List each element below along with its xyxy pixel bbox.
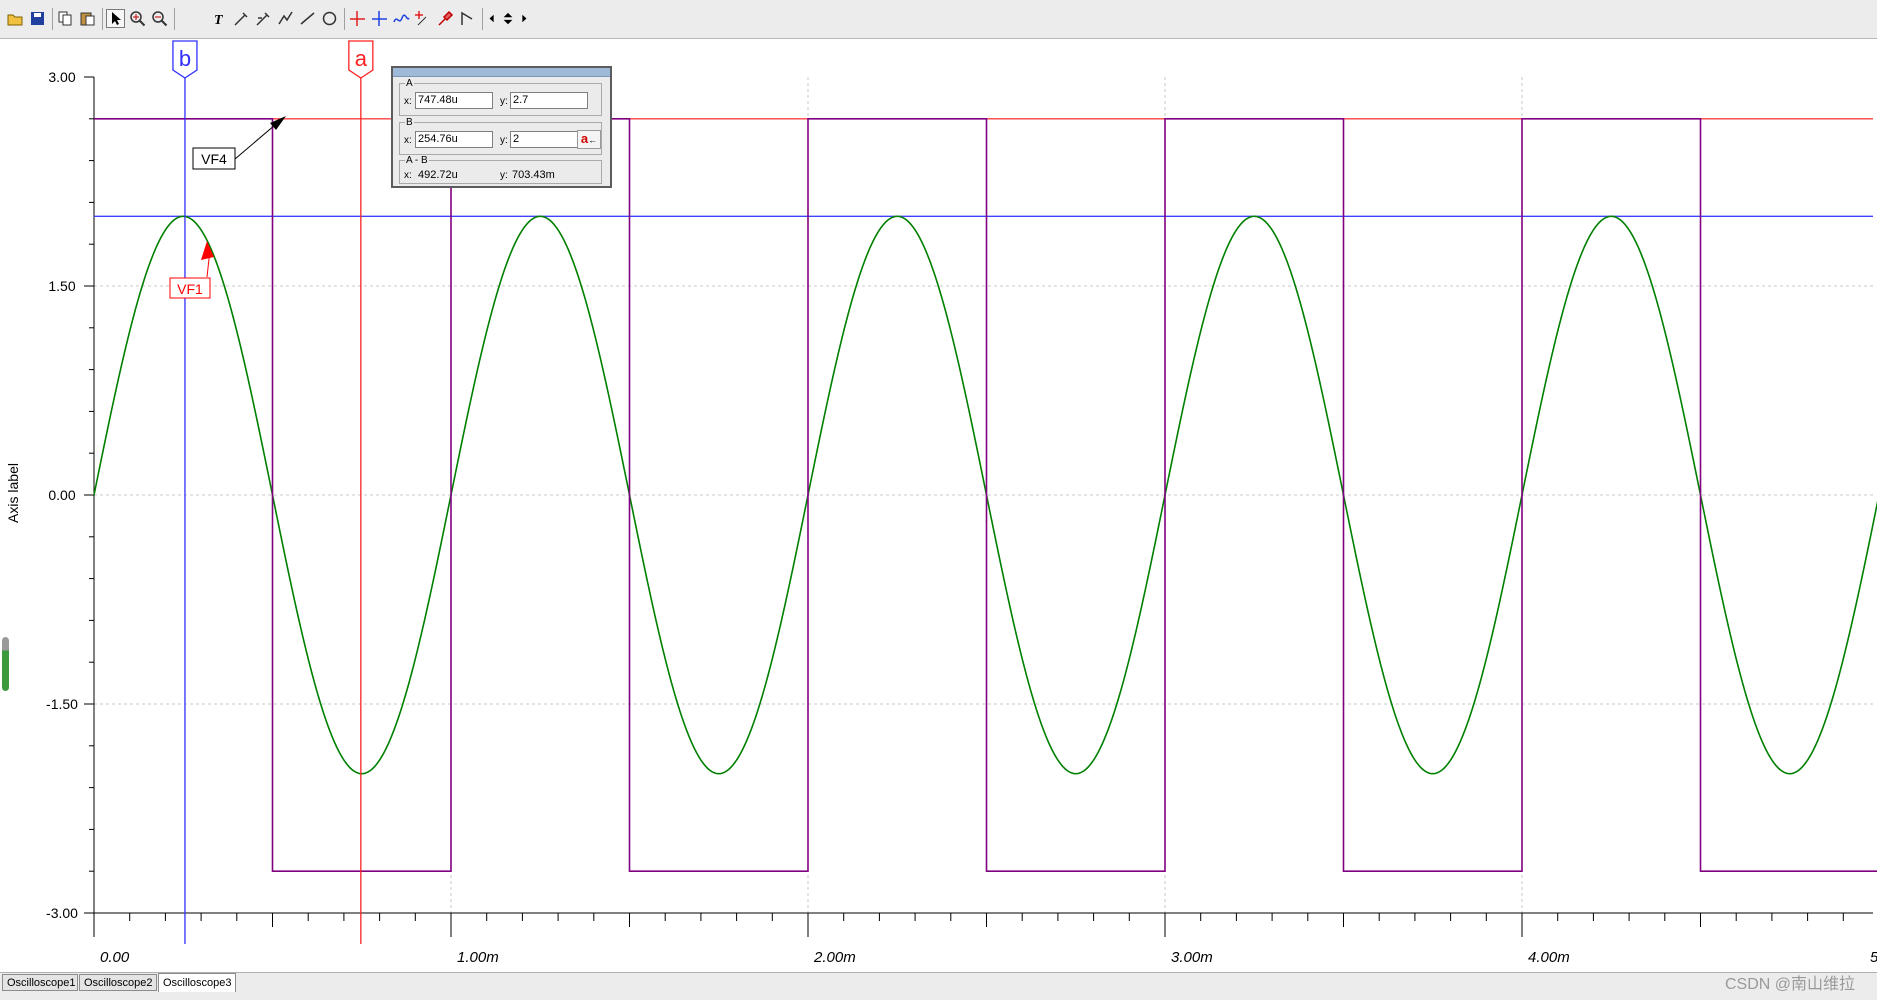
cursor-a-label: a: [355, 46, 368, 71]
vertical-scroll-thumb[interactable]: [2, 637, 9, 691]
diff-x-value: 492.72u: [418, 169, 458, 181]
diff-y-label: y:: [500, 170, 508, 181]
zoom-out-icon[interactable]: [150, 9, 169, 28]
cursor-a-x-label: x:: [404, 96, 412, 107]
diff-y-value: 703.43m: [512, 169, 555, 181]
vf4-label: VF4: [201, 151, 227, 167]
y-tick-label: -1.50: [46, 696, 78, 712]
line-tool-icon[interactable]: [298, 9, 317, 28]
axes: 3.00 1.50 0.00 -1.50 -3.00 0.00 1.00m 2.00m 3.00…: [46, 69, 1877, 966]
svg-text:T: T: [214, 13, 224, 27]
vf1-label: VF1: [177, 281, 203, 297]
cursor-b-icon[interactable]: [370, 9, 389, 28]
save-icon[interactable]: [28, 9, 47, 28]
probe-icon[interactable]: [232, 9, 251, 28]
cursor-readout-panel[interactable]: A x: 747.48u y: 2.7 B x: 254.76u y: 2 a←…: [391, 66, 612, 188]
scroll-updown-icon[interactable]: [500, 9, 516, 28]
y-tick-label: 1.50: [48, 278, 75, 294]
cursor-a-x-field[interactable]: 747.48u: [415, 92, 493, 109]
open-icon[interactable]: [6, 9, 25, 28]
x-tick-label: 2.00m: [813, 949, 856, 966]
tab-oscilloscope3[interactable]: Oscilloscope3: [158, 973, 236, 992]
x-tick-label: 1.00m: [457, 949, 499, 966]
flag-icon[interactable]: [458, 9, 477, 28]
oscilloscope-tabs: Oscilloscope1 Oscilloscope2 Oscilloscope…: [0, 972, 1877, 1000]
text-tool-icon[interactable]: T: [210, 9, 229, 28]
cursor-b-x-field[interactable]: 254.76u: [415, 131, 493, 148]
probe-alt-icon[interactable]: [254, 9, 273, 28]
cursor-a-y-field[interactable]: 2.7: [510, 92, 588, 109]
y-axis-label: Axis label: [5, 463, 21, 523]
tab-oscilloscope1[interactable]: Oscilloscope1: [2, 974, 78, 991]
diff-x-label: x:: [404, 170, 412, 181]
tab-oscilloscope2[interactable]: Oscilloscope2: [79, 974, 157, 991]
markers: VF4 VF1: [169, 116, 286, 299]
cursor-b-title: B: [405, 117, 414, 128]
cursor-diff-title: A - B: [405, 155, 429, 166]
cursor-b-x-label: x:: [404, 135, 412, 146]
cursor-b-y-label: y:: [500, 135, 508, 146]
signal-icon[interactable]: [392, 9, 411, 28]
panel-title-bar[interactable]: [393, 68, 610, 77]
cursor-a-y-label: y:: [500, 96, 508, 107]
cursor-a-group: A x: 747.48u y: 2.7: [399, 78, 602, 116]
cursor-b-group: B x: 254.76u y: 2 a←: [399, 117, 602, 155]
set-cursor-a-button[interactable]: a←: [577, 130, 601, 149]
toolbar: T: [0, 0, 1877, 39]
oscilloscope-plot[interactable]: 3.00 1.50 0.00 -1.50 -3.00 0.00 1.00m 2.00m 3.00…: [0, 39, 1877, 975]
circle-tool-icon[interactable]: [320, 9, 339, 28]
paste-icon[interactable]: [78, 9, 97, 28]
x-tick-label: 3.00m: [1171, 949, 1213, 966]
x-tick-label: 5: [1870, 949, 1877, 966]
y-tick-label: 0.00: [48, 487, 75, 503]
y-tick-label: 3.00: [48, 69, 75, 85]
pin-icon[interactable]: [436, 9, 455, 28]
cursor-diff-group: A - B x: 492.72u y: 703.43m: [399, 155, 602, 184]
cursor-a-title: A: [405, 78, 414, 89]
x-tick-label: 0.00: [100, 949, 130, 966]
x-tick-label: 4.00m: [1528, 949, 1570, 966]
scroll-left-icon[interactable]: [486, 9, 498, 28]
watermark: CSDN @南山维拉: [1724, 976, 1855, 993]
copy-icon[interactable]: [56, 9, 75, 28]
scroll-right-icon[interactable]: [518, 9, 530, 28]
add-marker-icon[interactable]: [414, 9, 433, 28]
chart-icon[interactable]: [276, 9, 295, 28]
zoom-in-icon[interactable]: [128, 9, 147, 28]
y-tick-label: -3.00: [46, 905, 78, 921]
pointer-icon[interactable]: [106, 9, 125, 28]
cursor-a-icon[interactable]: [348, 9, 367, 28]
cursor-b-label: b: [179, 46, 191, 71]
